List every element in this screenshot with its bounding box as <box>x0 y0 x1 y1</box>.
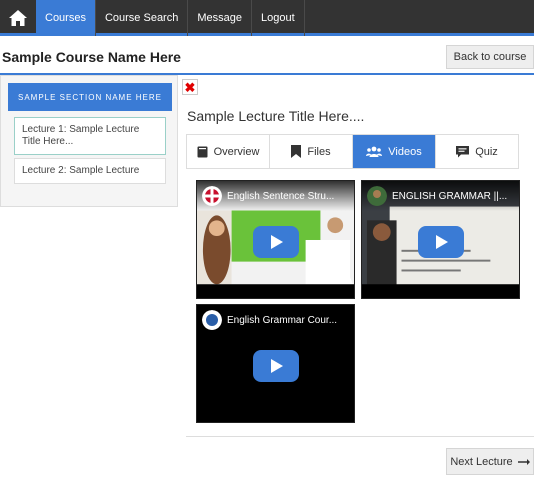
arrow-right-icon <box>517 458 530 465</box>
back-to-course-button[interactable]: Back to course <box>446 45 534 69</box>
video-player-3[interactable]: English Grammar Cour... <box>196 304 355 423</box>
video-player-1[interactable]: English Sentence Stru... <box>196 180 355 299</box>
tab-files-label: Files <box>307 145 331 158</box>
nav-message[interactable]: Message <box>188 0 252 36</box>
page-title: Sample Course Name Here <box>2 49 181 65</box>
video-player-2[interactable]: ENGLISH GRAMMAR ||... <box>361 180 520 299</box>
video-title-bar: English Sentence Stru... <box>197 181 354 211</box>
top-navbar: Courses Course Search Message Logout <box>0 0 534 36</box>
chat-icon <box>456 145 470 157</box>
channel-logo-icon <box>202 186 222 206</box>
nav-courses[interactable]: Courses <box>36 0 96 36</box>
tab-videos[interactable]: Videos <box>353 135 436 168</box>
play-button[interactable] <box>252 349 299 382</box>
play-button[interactable] <box>252 225 299 258</box>
sidebar-lecture-2[interactable]: Lecture 2: Sample Lecture <box>14 158 166 184</box>
tab-videos-label: Videos <box>388 145 422 158</box>
bookmark-icon <box>291 145 302 158</box>
next-lecture-button[interactable]: Next Lecture <box>446 448 534 475</box>
lecture-title: Sample Lecture Title Here.... <box>187 108 365 124</box>
channel-logo-icon <box>367 186 387 206</box>
tab-quiz[interactable]: Quiz <box>436 135 518 168</box>
video-title-bar: ENGLISH GRAMMAR ||... <box>362 181 519 211</box>
close-icon[interactable]: ✖ <box>182 79 198 95</box>
home-button[interactable] <box>0 0 36 36</box>
play-button[interactable] <box>417 225 464 258</box>
sidebar-lecture-1[interactable]: Lecture 1: Sample Lecture Title Here... <box>14 117 166 155</box>
channel-logo-icon <box>202 310 222 330</box>
video-title: ENGLISH GRAMMAR ||... <box>392 190 508 202</box>
tab-overview-label: Overview <box>213 145 260 158</box>
home-icon <box>9 10 27 26</box>
next-lecture-label: Next Lecture <box>450 455 513 468</box>
footer-divider <box>186 436 534 437</box>
tab-files[interactable]: Files <box>270 135 353 168</box>
tab-overview[interactable]: Overview <box>187 135 270 168</box>
users-icon <box>366 146 383 157</box>
video-title: English Sentence Stru... <box>227 190 335 202</box>
book-icon <box>197 146 208 157</box>
section-header[interactable]: SAMPLE SECTION NAME HERE <box>8 83 172 111</box>
tab-quiz-label: Quiz <box>475 145 498 158</box>
lecture-tabs: Overview Files Videos Quiz <box>186 134 519 169</box>
video-title: English Grammar Cour... <box>227 314 338 326</box>
video-title-bar: English Grammar Cour... <box>197 305 354 335</box>
lecture-sidebar: SAMPLE SECTION NAME HERE Lecture 1: Samp… <box>0 75 178 207</box>
nav-course-search[interactable]: Course Search <box>96 0 189 36</box>
nav-logout[interactable]: Logout <box>252 0 305 36</box>
